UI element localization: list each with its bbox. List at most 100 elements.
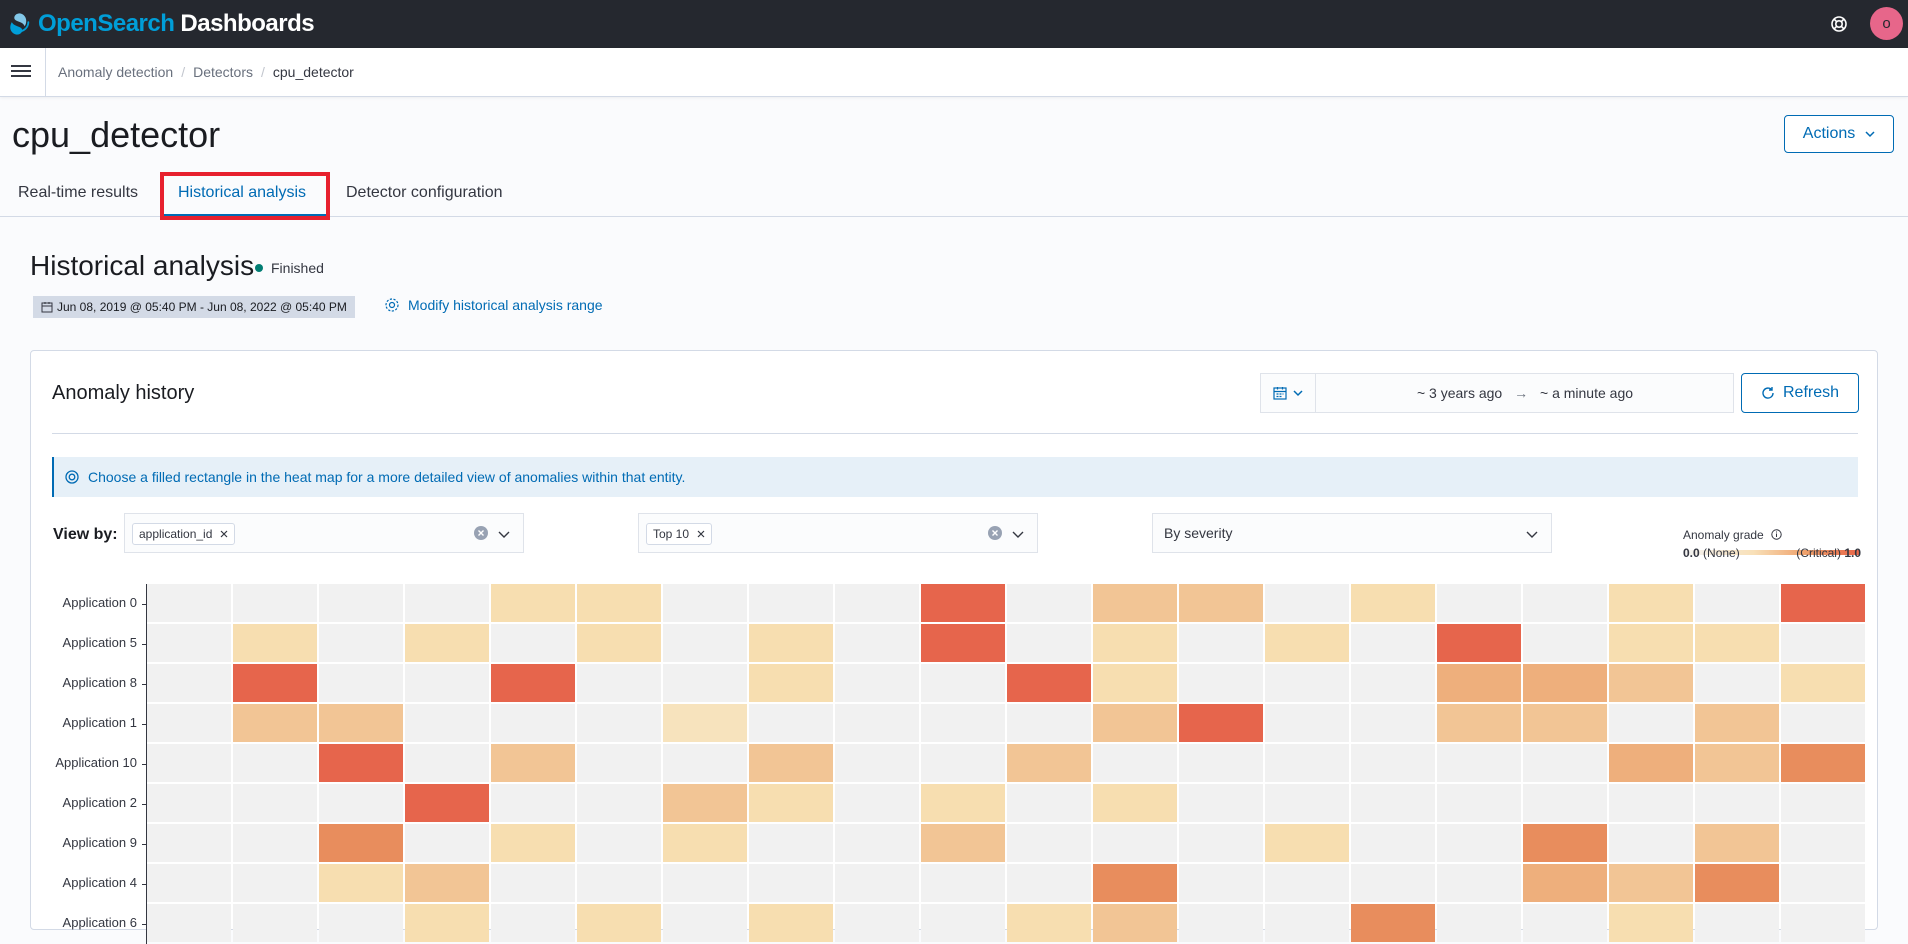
heatmap-cell[interactable] [1351, 824, 1435, 862]
heatmap-cell[interactable] [1437, 704, 1521, 742]
heatmap-cell[interactable] [1007, 864, 1091, 902]
heatmap-cell[interactable] [1781, 904, 1865, 942]
heatmap-cell[interactable] [319, 824, 403, 862]
heatmap-cell[interactable] [491, 704, 575, 742]
heatmap-cell[interactable] [663, 904, 747, 942]
heatmap-cell[interactable] [1007, 624, 1091, 662]
heatmap-cell[interactable] [233, 904, 317, 942]
heatmap-cell[interactable] [1695, 664, 1779, 702]
heatmap-cell[interactable] [319, 864, 403, 902]
heatmap-cell[interactable] [921, 904, 1005, 942]
heatmap-cell[interactable] [233, 744, 317, 782]
heatmap-cell[interactable] [1179, 624, 1263, 662]
heatmap-cell[interactable] [749, 664, 833, 702]
heatmap-cell[interactable] [1695, 784, 1779, 822]
heatmap-cell[interactable] [835, 624, 919, 662]
heatmap-cell[interactable] [1437, 824, 1521, 862]
heatmap-cell[interactable] [921, 784, 1005, 822]
heatmap-cell[interactable] [1179, 704, 1263, 742]
heatmap-cell[interactable] [1437, 664, 1521, 702]
heatmap-cell[interactable] [921, 744, 1005, 782]
heatmap-cell[interactable] [1437, 904, 1521, 942]
heatmap-cell[interactable] [577, 784, 661, 822]
heatmap-cell[interactable] [1781, 704, 1865, 742]
heatmap-cell[interactable] [1179, 864, 1263, 902]
heatmap-cell[interactable] [921, 824, 1005, 862]
heatmap-cell[interactable] [1609, 704, 1693, 742]
heatmap-cell[interactable] [1179, 904, 1263, 942]
heatmap-cell[interactable] [319, 904, 403, 942]
heatmap-cell[interactable] [233, 824, 317, 862]
heatmap-cell[interactable] [1179, 784, 1263, 822]
heatmap-cell[interactable] [1007, 904, 1091, 942]
heatmap-cell[interactable] [405, 624, 489, 662]
heatmap-cell[interactable] [233, 664, 317, 702]
heatmap-cell[interactable] [1007, 744, 1091, 782]
heatmap-cell[interactable] [921, 584, 1005, 622]
heatmap-cell[interactable] [319, 624, 403, 662]
heatmap-cell[interactable] [1781, 744, 1865, 782]
heatmap-cell[interactable] [1265, 864, 1349, 902]
heatmap-cell[interactable] [749, 584, 833, 622]
heatmap-cell[interactable] [921, 704, 1005, 742]
heatmap-cell[interactable] [1781, 624, 1865, 662]
heatmap-cell[interactable] [1695, 704, 1779, 742]
heatmap-cell[interactable] [1351, 904, 1435, 942]
heatmap-cell[interactable] [663, 864, 747, 902]
heatmap-cell[interactable] [1781, 584, 1865, 622]
heatmap-cell[interactable] [491, 744, 575, 782]
heatmap-cell[interactable] [663, 824, 747, 862]
heatmap-cell[interactable] [1351, 664, 1435, 702]
heatmap-cell[interactable] [1781, 664, 1865, 702]
heatmap-cell[interactable] [1523, 584, 1607, 622]
heatmap-cell[interactable] [147, 824, 231, 862]
heatmap-cell[interactable] [1351, 784, 1435, 822]
heatmap-cell[interactable] [1093, 624, 1177, 662]
heatmap-cell[interactable] [1523, 704, 1607, 742]
heatmap-cell[interactable] [1695, 624, 1779, 662]
heatmap-cell[interactable] [1695, 864, 1779, 902]
heatmap-cell[interactable] [147, 704, 231, 742]
heatmap-cell[interactable] [233, 864, 317, 902]
heatmap-cell[interactable] [147, 864, 231, 902]
heatmap-cell[interactable] [233, 784, 317, 822]
heatmap-cell[interactable] [491, 784, 575, 822]
heatmap-cell[interactable] [147, 664, 231, 702]
heatmap-cell[interactable] [1523, 864, 1607, 902]
close-icon[interactable] [697, 530, 705, 538]
heatmap-cell[interactable] [1265, 784, 1349, 822]
heatmap-cell[interactable] [1437, 584, 1521, 622]
breadcrumb-detectors[interactable]: Detectors [193, 64, 253, 80]
modify-range-link[interactable]: Modify historical analysis range [384, 297, 603, 313]
heatmap-cell[interactable] [1351, 864, 1435, 902]
heatmap-cell[interactable] [405, 584, 489, 622]
heatmap-cell[interactable] [1523, 664, 1607, 702]
heatmap-cell[interactable] [835, 704, 919, 742]
heatmap-cell[interactable] [577, 624, 661, 662]
heatmap-cell[interactable] [491, 904, 575, 942]
heatmap-cell[interactable] [577, 704, 661, 742]
heatmap-cell[interactable] [147, 784, 231, 822]
opensearch-dashboards-logo[interactable]: Open Search Dashboards [10, 8, 315, 40]
heatmap-cell[interactable] [233, 624, 317, 662]
heatmap-cell[interactable] [233, 704, 317, 742]
heatmap-cell[interactable] [1609, 664, 1693, 702]
heatmap-cell[interactable] [405, 704, 489, 742]
heatmap-cell[interactable] [1265, 624, 1349, 662]
quick-select-button[interactable] [1261, 374, 1316, 412]
clear-icon[interactable] [988, 526, 1002, 540]
heatmap-cell[interactable] [1179, 664, 1263, 702]
heatmap-cell[interactable] [577, 824, 661, 862]
heatmap-cell[interactable] [749, 904, 833, 942]
heatmap-cell[interactable] [663, 784, 747, 822]
heatmap-cell[interactable] [1523, 904, 1607, 942]
heatmap-cell[interactable] [1437, 624, 1521, 662]
heatmap-cell[interactable] [1351, 624, 1435, 662]
heatmap-cell[interactable] [1781, 784, 1865, 822]
heatmap-cell[interactable] [1093, 904, 1177, 942]
tab-detector-configuration[interactable]: Detector configuration [346, 184, 503, 202]
heatmap-cell[interactable] [147, 624, 231, 662]
heatmap-cell[interactable] [663, 704, 747, 742]
end-date[interactable]: ~ a minute ago [1540, 385, 1633, 401]
heatmap-cell[interactable] [1265, 744, 1349, 782]
